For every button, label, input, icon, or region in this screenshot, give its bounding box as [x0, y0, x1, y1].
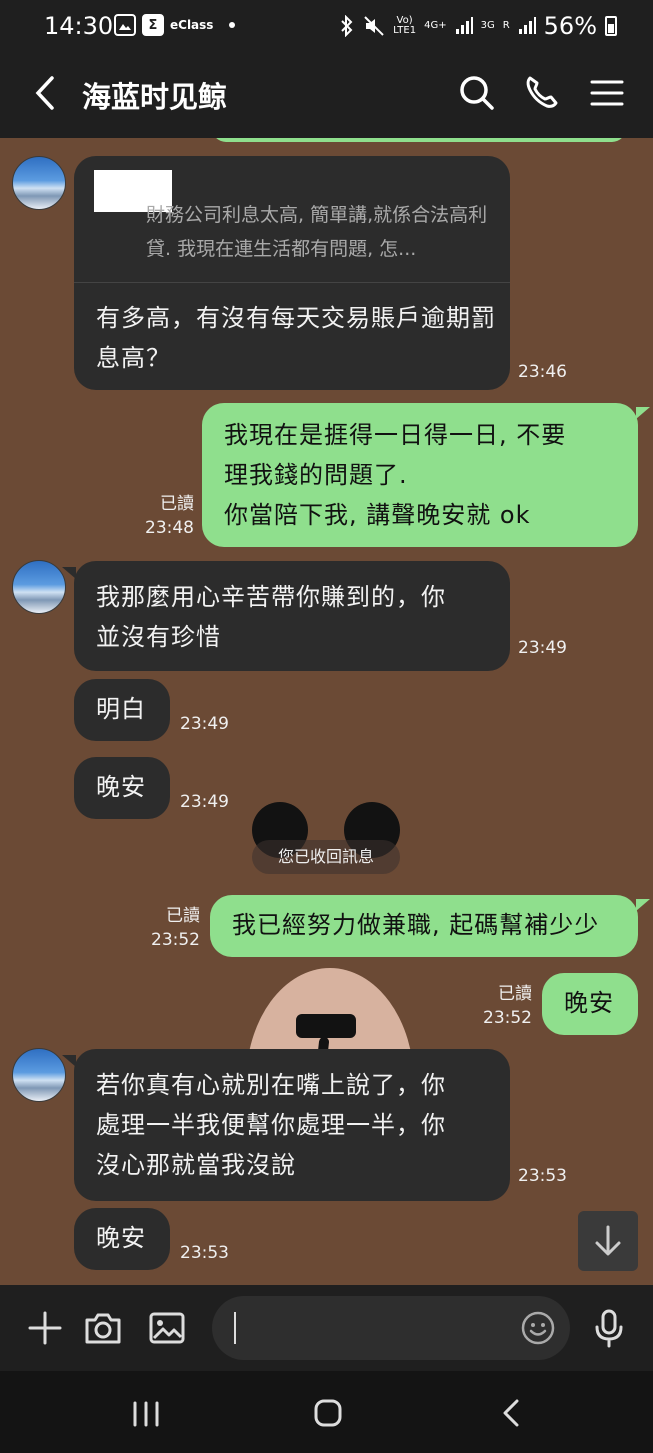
- more-notifications-dot: [229, 22, 236, 28]
- wallpaper-bear-nose: [296, 1014, 356, 1038]
- phone-call-icon[interactable]: [518, 70, 564, 116]
- message-line: 我那麼用心辛苦帶你賺到的，你: [96, 583, 446, 611]
- network-3g-label: 3G: [480, 20, 495, 31]
- message-line: 並沒有珍惜: [96, 623, 221, 651]
- camera-icon[interactable]: [82, 1307, 124, 1349]
- incoming-message[interactable]: 我那麼用心辛苦帶你賺到的，你 並沒有珍惜: [62, 561, 510, 671]
- battery-icon: [605, 16, 617, 36]
- incoming-message[interactable]: 晚安: [74, 757, 170, 819]
- status-right-icons: Vo) LTE1 4G+ 3G R 56%: [339, 12, 617, 40]
- status-time: 14:30: [44, 12, 114, 40]
- bluetooth-icon: [341, 15, 353, 37]
- image-gallery-icon[interactable]: [146, 1307, 188, 1349]
- previous-outgoing-bubble-edge: [212, 138, 626, 142]
- system-navigation-bar: [0, 1371, 653, 1453]
- message-line: 你當陪下我, 講聲晚安就 ok: [224, 501, 531, 529]
- chat-header: 海蓝时见鲸: [0, 48, 653, 138]
- message-time: 23:53: [180, 1243, 229, 1263]
- message-text: 晚安: [564, 989, 614, 1017]
- battery-percent: 56%: [543, 12, 597, 40]
- home-icon[interactable]: [308, 1393, 348, 1433]
- message-line: 理我錢的問題了.: [224, 461, 408, 489]
- recalled-message-notice: 您已收回訊息: [252, 840, 400, 874]
- incoming-quoted-message[interactable]: 財務公司利息太高, 簡單講,就係合法高利貸. 我現在連生活都有問題, 怎... …: [74, 156, 510, 390]
- menu-icon[interactable]: [584, 70, 630, 116]
- mute-icon: [364, 16, 384, 36]
- network-4g-label: 4G+: [424, 20, 447, 31]
- text-caret: [234, 1312, 236, 1344]
- microphone-icon[interactable]: [588, 1307, 630, 1349]
- search-icon[interactable]: [454, 70, 500, 116]
- message-time: 23:49: [180, 792, 229, 812]
- status-bar: 14:30 Σ eClass Vo) LTE1 4G+ 3G R 56%: [0, 0, 653, 48]
- back-nav-icon[interactable]: [492, 1393, 532, 1433]
- scroll-to-bottom-button[interactable]: [578, 1211, 638, 1271]
- outgoing-message[interactable]: 晚安: [542, 973, 638, 1035]
- read-receipt: 已讀 23:52: [151, 906, 200, 950]
- incoming-message[interactable]: 明白: [74, 679, 170, 741]
- message-input-bar: [0, 1285, 653, 1371]
- chat-area[interactable]: 財務公司利息太高, 簡單講,就係合法高利貸. 我現在連生活都有問題, 怎... …: [0, 138, 653, 1285]
- signal-icon-1: [455, 17, 473, 34]
- signal-icon-2: [518, 17, 536, 34]
- message-line: 沒心那就當我沒說: [96, 1151, 296, 1179]
- contact-avatar[interactable]: [12, 560, 66, 614]
- arrow-down-icon: [595, 1225, 621, 1256]
- incoming-message[interactable]: 晚安: [74, 1208, 170, 1270]
- quote-reply-text: 有多高，有沒有每天交易賬戶逾期罰息高？: [96, 304, 496, 372]
- roaming-label: R: [502, 20, 510, 31]
- message-text: 晚安: [96, 773, 146, 801]
- message-line: 我現在是捱得一日得一日, 不要: [224, 421, 567, 449]
- message-time: 23:49: [180, 714, 229, 734]
- emoji-icon[interactable]: [520, 1310, 556, 1346]
- message-time: 23:46: [518, 362, 567, 382]
- contact-avatar[interactable]: [12, 1048, 66, 1102]
- quote-divider: [74, 282, 510, 283]
- status-left-icons: Σ eClass: [114, 14, 236, 36]
- contact-avatar[interactable]: [12, 156, 66, 210]
- chat-title: 海蓝时见鲸: [82, 80, 228, 114]
- eclass-notification-label: eClass: [170, 18, 214, 32]
- incoming-message[interactable]: 若你真有心就別在嘴上說了，你 處理一半我便幫你處理一半，你 沒心那就當我沒說: [62, 1049, 510, 1201]
- message-line: 處理一半我便幫你處理一半，你: [96, 1111, 446, 1139]
- outgoing-message[interactable]: 我已經努力做兼職, 起碼幫補少少: [210, 895, 650, 957]
- message-text: 晚安: [96, 1224, 146, 1252]
- message-time: 23:49: [518, 638, 567, 658]
- read-receipt: 已讀 23:48: [145, 494, 194, 538]
- message-input[interactable]: [212, 1296, 570, 1360]
- gallery-notification-icon: [114, 14, 136, 36]
- volte-label: Vo) LTE1: [393, 15, 417, 36]
- message-time: 23:53: [518, 1166, 567, 1186]
- sigma-notification-icon: Σ: [142, 14, 164, 36]
- outgoing-message[interactable]: 我現在是捱得一日得一日, 不要 理我錢的問題了. 你當陪下我, 講聲晚安就 ok: [202, 403, 650, 547]
- read-receipt: 已讀 23:52: [483, 984, 532, 1028]
- message-line: 若你真有心就別在嘴上說了，你: [96, 1071, 446, 1099]
- back-arrow-icon[interactable]: [28, 70, 68, 116]
- recent-apps-icon[interactable]: [126, 1393, 166, 1433]
- quoted-text: 財務公司利息太高, 簡單講,就係合法高利貸. 我現在連生活都有問題, 怎...: [146, 204, 488, 260]
- message-text: 我已經努力做兼職, 起碼幫補少少: [232, 911, 600, 939]
- plus-icon[interactable]: [24, 1307, 66, 1349]
- message-text: 明白: [96, 695, 146, 723]
